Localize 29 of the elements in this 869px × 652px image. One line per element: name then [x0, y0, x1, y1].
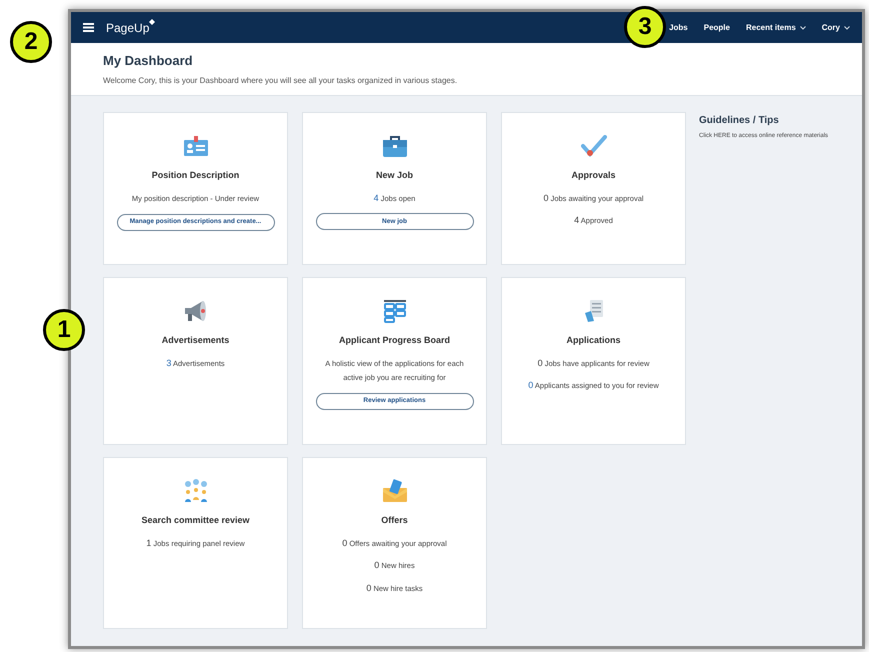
id-card-icon: [182, 135, 208, 157]
document-icon: [582, 299, 604, 323]
logo-text: PageUp: [106, 20, 150, 36]
checkmark-icon: [580, 135, 606, 157]
card-title: Applicant Progress Board: [338, 334, 450, 347]
nav-link[interactable]: People: [704, 22, 730, 34]
board-icon: [382, 299, 406, 323]
logo[interactable]: PageUp: [106, 18, 156, 36]
envelope-icon: [380, 479, 408, 503]
welcome-text: Welcome Cory, this is your Dashboard where you will see all your tasks organized in various stages.: [103, 75, 458, 88]
nav-link[interactable]: Cory: [822, 22, 850, 34]
nav-link[interactable]: Recent items: [746, 22, 806, 34]
callout-number: 1: [43, 309, 85, 351]
menu-icon[interactable]: [83, 23, 94, 32]
card-title: Applications: [566, 334, 620, 347]
card-title: Approvals: [571, 169, 616, 182]
card-title: New Job: [376, 169, 413, 182]
card-title: Search committee review: [141, 514, 250, 527]
page-title: My Dashboard: [103, 52, 194, 70]
card-title: Position Description: [152, 169, 240, 182]
chevron-down-icon: [844, 26, 850, 30]
diamond-icon: [149, 18, 156, 24]
briefcase-icon: [382, 134, 408, 158]
card-title: Advertisements: [162, 334, 230, 347]
card-title: Offers: [381, 514, 408, 527]
nav-link[interactable]: Jobs: [669, 22, 688, 34]
chevron-down-icon: [800, 26, 806, 30]
callout-number: 2: [10, 21, 52, 63]
tips-title: Guidelines / Tips: [699, 114, 780, 128]
